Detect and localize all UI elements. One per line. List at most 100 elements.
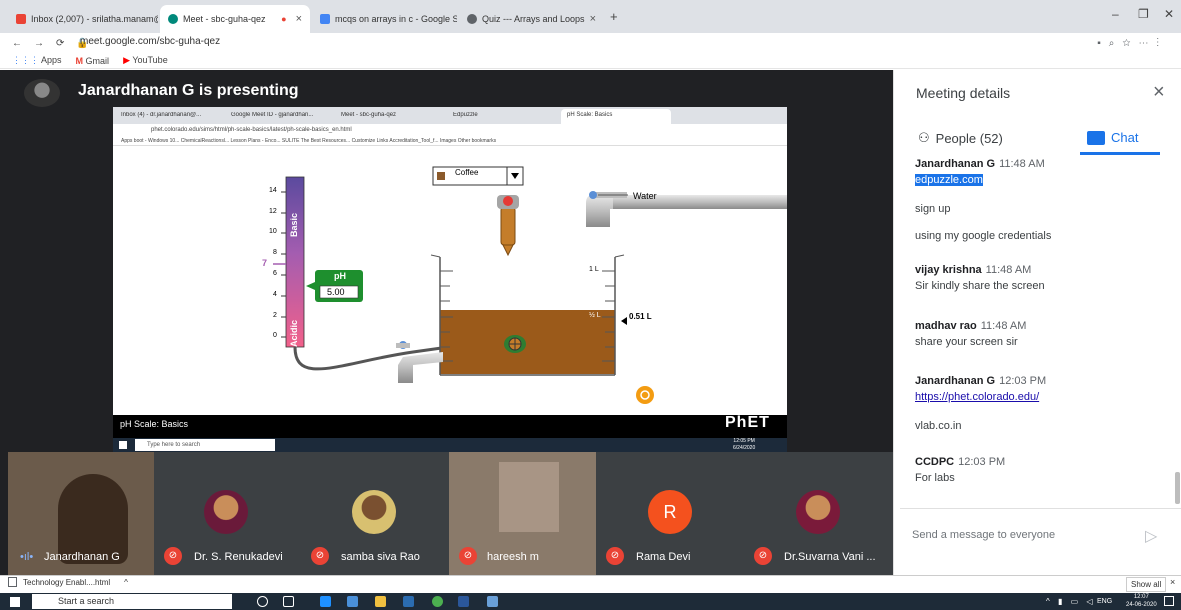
tab-label: Meet - sbc-guha-qez <box>183 14 266 24</box>
neutral-mark: 7 <box>262 258 268 268</box>
window-close-icon[interactable]: ✕ <box>1164 7 1174 21</box>
cortana-icon[interactable] <box>257 596 268 607</box>
ph-tick-label: 14 <box>269 187 277 194</box>
shared-tab-active: pH Scale: Basics <box>561 109 671 124</box>
maximize-icon[interactable]: ❐ <box>1138 7 1149 21</box>
task-view-icon[interactable] <box>283 596 294 607</box>
basic-label: Basic <box>289 212 299 237</box>
forward-icon[interactable]: → <box>34 38 44 49</box>
clock-date: 24-06-2020 <box>1126 602 1157 608</box>
participant-tile[interactable]: R ⊘ Rama Devi <box>596 452 744 575</box>
shared-url: phet.colorado.edu/sims/html/ph-scale-bas… <box>113 124 787 136</box>
message-time: 11:48 AM <box>985 264 1032 276</box>
windows-start-icon[interactable] <box>10 597 20 607</box>
bookmark-youtube[interactable]: ▶ YouTube <box>123 55 168 66</box>
reload-icon[interactable]: ⟳ <box>56 38 64 49</box>
shared-clock: 12:05 PM 6/24/2020 <box>733 438 755 452</box>
store-icon[interactable] <box>347 596 358 607</box>
send-icon[interactable]: ▷ <box>1145 526 1157 546</box>
sim-title: pH Scale: Basics <box>120 419 189 429</box>
close-icon[interactable]: × <box>296 13 302 25</box>
mic-off-icon: ⊘ <box>164 547 182 565</box>
system-tray-icons[interactable]: ^ ▮ ▭ ◁ <box>1046 597 1096 606</box>
chat-message: Janardhanan G 11:48 AM edpuzzle.com sign … <box>915 158 1165 242</box>
avatar <box>796 490 840 534</box>
participant-name: Dr. S. Renukadevi <box>194 551 283 563</box>
file-explorer-icon[interactable] <box>375 596 386 607</box>
download-item[interactable]: Technology Enabl....html ^ <box>8 577 128 587</box>
bookmark-gmail[interactable]: M Gmail <box>76 56 110 66</box>
language-indicator[interactable]: ENG <box>1097 598 1112 605</box>
solution-label[interactable]: Coffee <box>455 168 478 177</box>
edge-icon[interactable] <box>320 596 331 607</box>
sim-footer <box>113 415 787 438</box>
participant-tile[interactable]: ⊘ hareesh m <box>449 452 596 575</box>
water-faucet <box>586 191 787 227</box>
tab-meet[interactable]: Meet - sbc-guha-qez ● × <box>160 5 310 33</box>
download-filename: Technology Enabl....html <box>23 577 111 587</box>
divider <box>900 508 1181 509</box>
ph-meter-value: 5.00 <box>327 287 345 297</box>
mail-icon[interactable] <box>403 596 414 607</box>
chat-icon <box>1087 130 1105 145</box>
tab-quiz[interactable]: Quiz --- Arrays and Loops × <box>459 5 604 33</box>
tab-label: People (52) <box>935 130 1003 146</box>
active-tab-indicator <box>1080 152 1160 155</box>
minimize-icon[interactable]: – <box>1112 7 1119 21</box>
people-icon: ⚇ <box>918 130 930 145</box>
browser-tab-bar: Inbox (2,007) - srilatha.manam@... × Mee… <box>0 0 1181 33</box>
shared-clock-time: 12:05 PM <box>733 438 755 444</box>
panel-title: Meeting details <box>916 85 1011 101</box>
close-icon[interactable]: × <box>1153 81 1165 104</box>
chat-scrollbar[interactable] <box>1175 472 1180 504</box>
participant-tile[interactable]: ⊘ Dr.Suvarna Vani ... <box>744 452 893 575</box>
message-text[interactable]: edpuzzle.com <box>915 174 983 186</box>
avatar <box>204 490 248 534</box>
gmail-icon <box>16 14 26 24</box>
taskbar-clock[interactable]: 12:07 24-06-2020 <box>1126 593 1157 609</box>
back-icon[interactable]: ← <box>12 38 22 49</box>
chevron-up-icon[interactable]: ^ <box>124 578 128 587</box>
new-tab-icon[interactable]: + <box>610 9 618 24</box>
chat-message: madhav rao 11:48 AM share your screen sir <box>915 320 1165 348</box>
speaking-icon: •ıl• <box>20 551 34 563</box>
message-text: vlab.co.in <box>915 420 962 432</box>
message-link[interactable]: https://phet.colorado.edu/ <box>915 391 1165 403</box>
notifications-icon[interactable] <box>1164 596 1174 606</box>
message-text: using my google credentials <box>915 230 1052 242</box>
participant-tile[interactable]: ⊘ samba siva Rao <box>299 452 449 575</box>
participant-tile[interactable]: ⊘ Dr. S. Renukadevi <box>154 452 299 575</box>
volume-half-label: ½ L <box>589 312 601 319</box>
tab-label: Quiz --- Arrays and Loops <box>482 14 585 24</box>
word-icon[interactable] <box>458 596 469 607</box>
tab-people[interactable]: ⚇ People (52) <box>918 130 1003 146</box>
close-icon[interactable]: × <box>590 13 596 25</box>
chat-message: vijay krishna 11:48 AM Sir kindly share t… <box>915 264 1165 292</box>
file-icon <box>8 577 17 587</box>
participant-tile[interactable]: •ıl• Janardhanan G <box>8 452 154 575</box>
message-sender: Janardhanan G <box>915 375 996 387</box>
message-sender: madhav rao <box>915 320 977 332</box>
tab-google-search[interactable]: mcqs on arrays in c - Google Se... × <box>312 5 457 33</box>
message-sender: CCDPC <box>915 456 955 468</box>
browser-toolbar-icons[interactable]: ▪⌕☆⋯⋮ <box>1097 38 1167 49</box>
tab-chat[interactable]: Chat <box>1087 130 1138 145</box>
chat-input[interactable]: Send a message to everyone <box>912 529 1055 541</box>
recording-dot-icon: ● <box>281 14 287 24</box>
bookmark-apps[interactable]: ⋮⋮⋮ Apps <box>12 55 62 66</box>
show-all-button[interactable]: Show all <box>1126 577 1167 592</box>
chrome-icon[interactable] <box>432 596 443 607</box>
ph-tick-label: 12 <box>269 208 277 215</box>
participant-video <box>499 462 559 532</box>
water-label: Water <box>633 191 657 201</box>
shared-bookmarks: Apps boot - Windows 10... ChemicalReacti… <box>113 136 787 146</box>
volume-1l-label: 1 L <box>589 266 599 273</box>
app-icon[interactable] <box>487 596 498 607</box>
phet-logo: PhET <box>725 414 770 431</box>
taskbar-search[interactable]: Start a search <box>32 594 232 609</box>
close-icon[interactable]: × <box>1170 577 1175 587</box>
avatar: R <box>648 490 692 534</box>
url-field[interactable]: meet.google.com/sbc-guha-qez <box>80 36 220 47</box>
ph-tick-label: 0 <box>273 332 277 339</box>
tab-gmail[interactable]: Inbox (2,007) - srilatha.manam@... × <box>8 5 158 33</box>
